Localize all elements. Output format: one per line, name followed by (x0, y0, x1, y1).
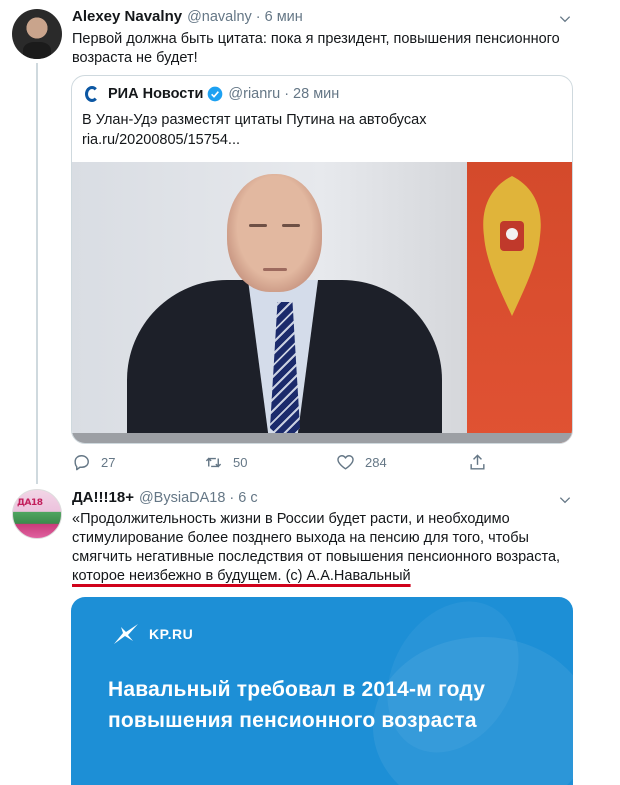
tweet-header: ДА!!!18+ @BysiaDA18 · 6 с (72, 489, 258, 506)
author-name[interactable]: ДА!!!18+ (72, 489, 134, 506)
tweet-time[interactable]: 6 мин (265, 9, 303, 25)
separator-dot: · (284, 86, 290, 102)
desk-edge (72, 433, 572, 443)
author-handle[interactable]: @BysiaDA18 (139, 490, 225, 506)
quoted-tweet-header: РИА Новости @rianru · 28 мин (82, 84, 339, 104)
tweet-header: Alexey Navalny @navalny · 6 мин (72, 8, 303, 25)
tweet-time[interactable]: 6 с (238, 490, 257, 506)
reply-button[interactable]: 27 (72, 453, 115, 472)
separator-dot: · (229, 490, 235, 506)
like-button[interactable]: 284 (336, 453, 387, 472)
chevron-down-icon[interactable] (558, 493, 572, 507)
quoted-link[interactable]: ria.ru/20200805/15754... (82, 130, 562, 150)
quote-text: «Продолжительность жизни в России будет … (72, 511, 561, 565)
head-figure (227, 174, 322, 292)
kp-brand: KP.RU (149, 626, 194, 642)
quoted-text-line: В Улан-Удэ разместят цитаты Путина на ав… (82, 112, 427, 128)
share-button[interactable] (468, 453, 497, 472)
quoted-tweet-time: 28 мин (293, 86, 340, 102)
quoted-author-name: РИА Новости (108, 86, 204, 102)
separator-dot: · (255, 9, 261, 25)
retweet-icon (205, 457, 222, 468)
highlighted-quote-text: которое неизбежно в будущем. (с) А.А.Нав… (72, 568, 411, 584)
quoted-tweet-text: В Улан-Удэ разместят цитаты Путина на ав… (82, 110, 562, 150)
avatar[interactable]: ДА18 (12, 489, 62, 539)
avatar[interactable] (12, 9, 62, 59)
tweet-text: «Продолжительность жизни в России будет … (72, 510, 572, 586)
like-count: 284 (365, 455, 387, 470)
chevron-down-icon[interactable] (558, 12, 572, 26)
quoted-author-handle: @rianru (228, 86, 281, 102)
thread-line (36, 63, 38, 484)
coat-of-arms-icon (483, 176, 541, 316)
author-handle[interactable]: @navalny (187, 9, 252, 25)
author-name[interactable]: Alexey Navalny (72, 8, 182, 25)
reply-count: 27 (101, 455, 116, 470)
verified-badge-icon (208, 86, 223, 102)
share-icon (470, 454, 485, 470)
quoted-tweet[interactable]: РИА Новости @rianru · 28 мин В Улан-Удэ … (71, 75, 573, 444)
ria-logo-avatar (82, 84, 102, 104)
reply-icon (74, 455, 89, 471)
link-card[interactable]: KP.RU Навальный требовал в 2014-м году п… (71, 597, 573, 785)
tweet-actions: 27 50 284 (72, 453, 492, 475)
avatar-logo-art: ДА18 (17, 498, 43, 508)
heart-icon (337, 455, 354, 470)
card-headline: Навальный требовал в 2014-м году повышен… (108, 678, 486, 732)
quoted-photo[interactable] (72, 162, 572, 443)
retweet-button[interactable]: 50 (204, 453, 247, 472)
tweet-navalny[interactable]: Alexey Navalny @navalny · 6 мин Первой д… (0, 0, 620, 484)
retweet-count: 50 (233, 455, 248, 470)
tweet-text: Первой должна быть цитата: пока я презид… (72, 31, 560, 66)
kp-logo: KP.RU (113, 623, 193, 645)
kp-bird-icon (114, 624, 138, 644)
